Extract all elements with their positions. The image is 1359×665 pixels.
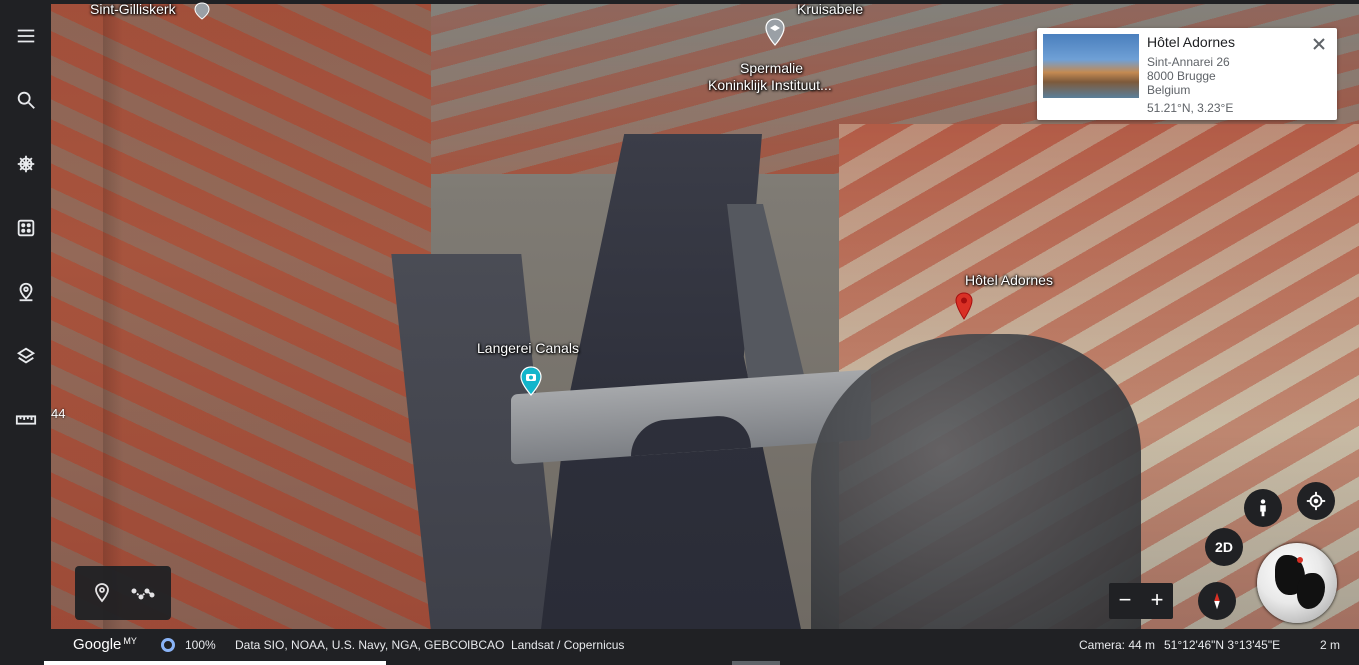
attribution-data[interactable]: Data SIO, NOAA, U.S. Navy, NGA, GEBCO [235,638,468,652]
label-sint-gilliskerk[interactable]: Sint-Gilliskerk [90,2,176,17]
draw-path-button[interactable] [129,580,157,608]
left-toolbar [0,4,51,629]
location-dot [1297,557,1303,563]
add-placemark-button[interactable] [89,580,117,608]
poi-school-pin-icon[interactable] [764,18,786,46]
place-title[interactable]: Hôtel Adornes [1147,34,1235,50]
pegman-icon [1260,499,1266,517]
attribution-landsat[interactable]: Landsat / Copernicus [511,638,624,652]
status-bar: Google MY 100% Data SIO, NOAA, U.S. Navy,… [51,629,1359,661]
zoom-control: − + [1109,583,1173,619]
feeling-lucky-button[interactable] [0,208,51,248]
place-address-line1: Sint-Annarei 26 [1147,55,1230,69]
edge-label: 44 [51,406,66,421]
close-card-button[interactable] [1309,34,1329,54]
place-country: Belgium [1147,83,1191,97]
compass-icon [1214,592,1220,610]
attribution-ibcao[interactable]: IBCAO [467,638,504,652]
map-style-icon [16,347,35,364]
projects-icon [19,282,32,302]
drawing-tools [75,566,171,620]
projects-button[interactable] [0,272,51,312]
my-location-icon [1306,491,1326,511]
loading-progress-icon [161,638,175,652]
label-spermalie[interactable]: Spermalie [740,61,803,76]
measure-button[interactable] [0,400,51,440]
camera-altitude: Camera: 44 m [1079,638,1156,652]
menu-button[interactable] [0,16,51,56]
poi-camera-pin-icon[interactable] [519,366,543,396]
label-spermalie-sub[interactable]: Koninklijk Instituut... [708,78,832,93]
toggle-2d-button[interactable]: 2D [1205,528,1243,566]
trees [811,334,1141,629]
poi-pin-icon[interactable] [194,2,210,20]
shade [103,4,123,629]
bottom-strip [0,661,1359,665]
region-label: MY [123,636,137,646]
zoom-out-button[interactable]: − [1109,583,1141,619]
map-style-button[interactable] [0,336,51,376]
compass-button[interactable] [1198,582,1236,620]
place-address-line2: 8000 Brugge [1147,69,1216,83]
search-button[interactable] [0,80,51,120]
cursor-coordinates: 51°12'46"N 3°13'45"E [1164,638,1281,652]
zoom-in-button[interactable]: + [1141,583,1173,619]
loading-percent: 100% [185,638,216,652]
label-kruisabele[interactable]: Kruisabele [797,2,863,17]
close-icon [1313,38,1325,50]
scroll-indicator [44,661,386,665]
measure-icon [15,415,36,425]
scroll-indicator-secondary [732,661,780,665]
street-view-button[interactable] [1244,489,1282,527]
selected-place-pin-icon[interactable] [955,292,973,320]
scale-label: 2 m [1320,638,1341,652]
voyager-icon [17,155,34,173]
placemark-icon [95,583,109,603]
google-logo: Google MY [73,636,137,653]
label-langerei-canals[interactable]: Langerei Canals [477,341,579,356]
globe-minimap[interactable] [1257,543,1337,623]
path-icon [131,588,155,600]
google-logo-text: Google [73,636,122,653]
menu-icon [17,29,34,43]
place-photo[interactable] [1043,34,1139,98]
label-hotel-adornes[interactable]: Hôtel Adornes [965,273,1053,288]
place-coordinates: 51.21°N, 3.23°E [1147,101,1234,115]
search-icon [17,91,35,109]
feeling-lucky-icon [17,219,34,237]
place-info-card[interactable]: Hôtel Adornes Sint-Annarei 26 8000 Brugg… [1037,28,1337,120]
voyager-button[interactable] [0,144,51,184]
my-location-button[interactable] [1297,482,1335,520]
